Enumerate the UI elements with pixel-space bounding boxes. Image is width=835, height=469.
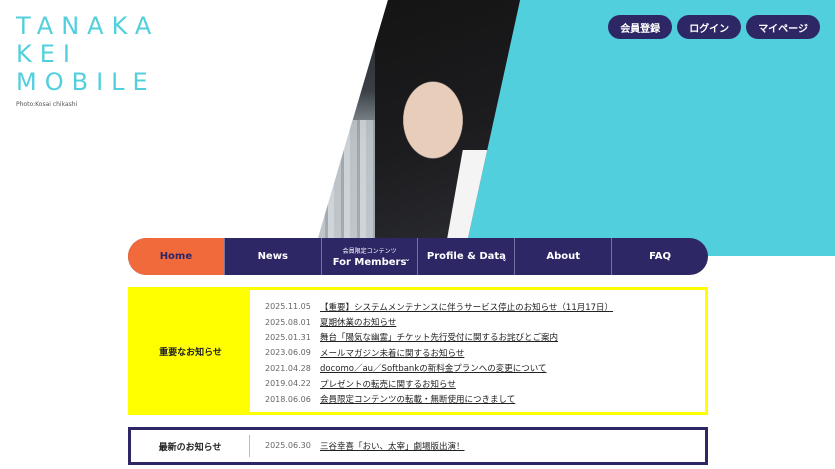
nav-news-label: News	[257, 251, 288, 262]
list-item: 2025.06.30 三谷幸喜「おい、太宰」劇場版出演！	[265, 438, 465, 453]
list-item: 2018.06.06 会員限定コンテンツの転載・無断使用につきまして	[265, 391, 613, 406]
notice-date: 2019.04.22	[265, 379, 311, 389]
notice-date: 2025.01.31	[265, 332, 311, 342]
list-item: 2023.06.09 メールマガジン未着に関するお知らせ	[265, 345, 613, 360]
nav-faq[interactable]: FAQ	[611, 238, 708, 275]
notice-date: 2025.11.05	[265, 302, 311, 312]
news-date: 2025.06.30	[265, 441, 311, 451]
news-link[interactable]: 三谷幸喜「おい、太宰」劇場版出演！	[320, 440, 465, 452]
header-actions: 会員登録 ログイン マイページ	[608, 15, 820, 39]
nav-for-members-label: For Members	[332, 256, 407, 268]
login-button[interactable]: ログイン	[677, 15, 742, 39]
global-nav: Home News 会員限定コンテンツ For Members ⌄ Profil…	[128, 238, 708, 275]
important-notices: 重要なお知らせ 2025.11.05 【重要】システムメンテナンスに伴うサービス停…	[128, 287, 708, 415]
nav-about[interactable]: About	[514, 238, 611, 275]
notice-date: 2023.06.09	[265, 348, 311, 358]
chevron-down-icon: ⌄	[501, 255, 508, 263]
important-notices-label: 重要なお知らせ	[131, 290, 250, 412]
list-item: 2021.04.28 docomo／au／Softbankの新料金プランへの変更に…	[265, 361, 613, 376]
logo-line-3: MOBILE	[16, 68, 156, 96]
logo-line-2: KEI	[16, 40, 78, 68]
photo-credit: Photo:Kosai chikashi	[16, 101, 78, 108]
nav-faq-label: FAQ	[649, 251, 672, 262]
latest-news: 最新のお知らせ 2025.06.30 三谷幸喜「おい、太宰」劇場版出演！	[128, 427, 708, 465]
nav-profile-data[interactable]: Profile & Data ⌄	[417, 238, 514, 275]
site-logo[interactable]: TANAKA KEI MOBILE	[16, 12, 159, 96]
latest-news-list: 2025.06.30 三谷幸喜「おい、太宰」劇場版出演！	[250, 438, 465, 453]
notice-link[interactable]: docomo／au／Softbankの新料金プランへの変更について	[320, 362, 546, 374]
notice-link[interactable]: 夏期休業のお知らせ	[320, 316, 396, 328]
latest-news-label: 最新のお知らせ	[131, 435, 250, 457]
nav-about-label: About	[546, 251, 581, 262]
notice-link[interactable]: 【重要】システムメンテナンスに伴うサービス停止のお知らせ（11月17日）	[320, 301, 613, 313]
nav-home-label: Home	[159, 251, 193, 262]
nav-for-members-sublabel: 会員限定コンテンツ	[342, 247, 397, 255]
chevron-down-icon: ⌄	[404, 255, 411, 263]
notice-date: 2018.06.06	[265, 394, 311, 404]
notice-link[interactable]: プレゼントの転売に関するお知らせ	[320, 378, 456, 390]
mypage-button[interactable]: マイページ	[746, 15, 820, 39]
list-item: 2025.11.05 【重要】システムメンテナンスに伴うサービス停止のお知らせ（1…	[265, 299, 613, 314]
list-item: 2025.08.01 夏期休業のお知らせ	[265, 314, 613, 329]
notice-date: 2021.04.28	[265, 363, 311, 373]
notice-link[interactable]: 会員限定コンテンツの転載・無断使用につきまして	[320, 393, 515, 405]
nav-for-members[interactable]: 会員限定コンテンツ For Members ⌄	[320, 238, 418, 275]
logo-line-1: TANAKA	[16, 12, 160, 40]
nav-home[interactable]: Home	[128, 238, 224, 275]
list-item: 2025.01.31 舞台「陽気な幽霊」チケット先行受付に関するお詫びとご案内	[265, 330, 613, 345]
nav-news[interactable]: News	[223, 238, 321, 275]
notice-link[interactable]: 舞台「陽気な幽霊」チケット先行受付に関するお詫びとご案内	[320, 331, 558, 343]
notice-date: 2025.08.01	[265, 317, 311, 327]
important-notices-list: 2025.11.05 【重要】システムメンテナンスに伴うサービス停止のお知らせ（1…	[250, 290, 613, 412]
notice-link[interactable]: メールマガジン未着に関するお知らせ	[320, 347, 464, 359]
register-button[interactable]: 会員登録	[608, 15, 673, 39]
list-item: 2019.04.22 プレゼントの転売に関するお知らせ	[265, 376, 613, 391]
nav-profile-data-label: Profile & Data	[426, 251, 506, 262]
